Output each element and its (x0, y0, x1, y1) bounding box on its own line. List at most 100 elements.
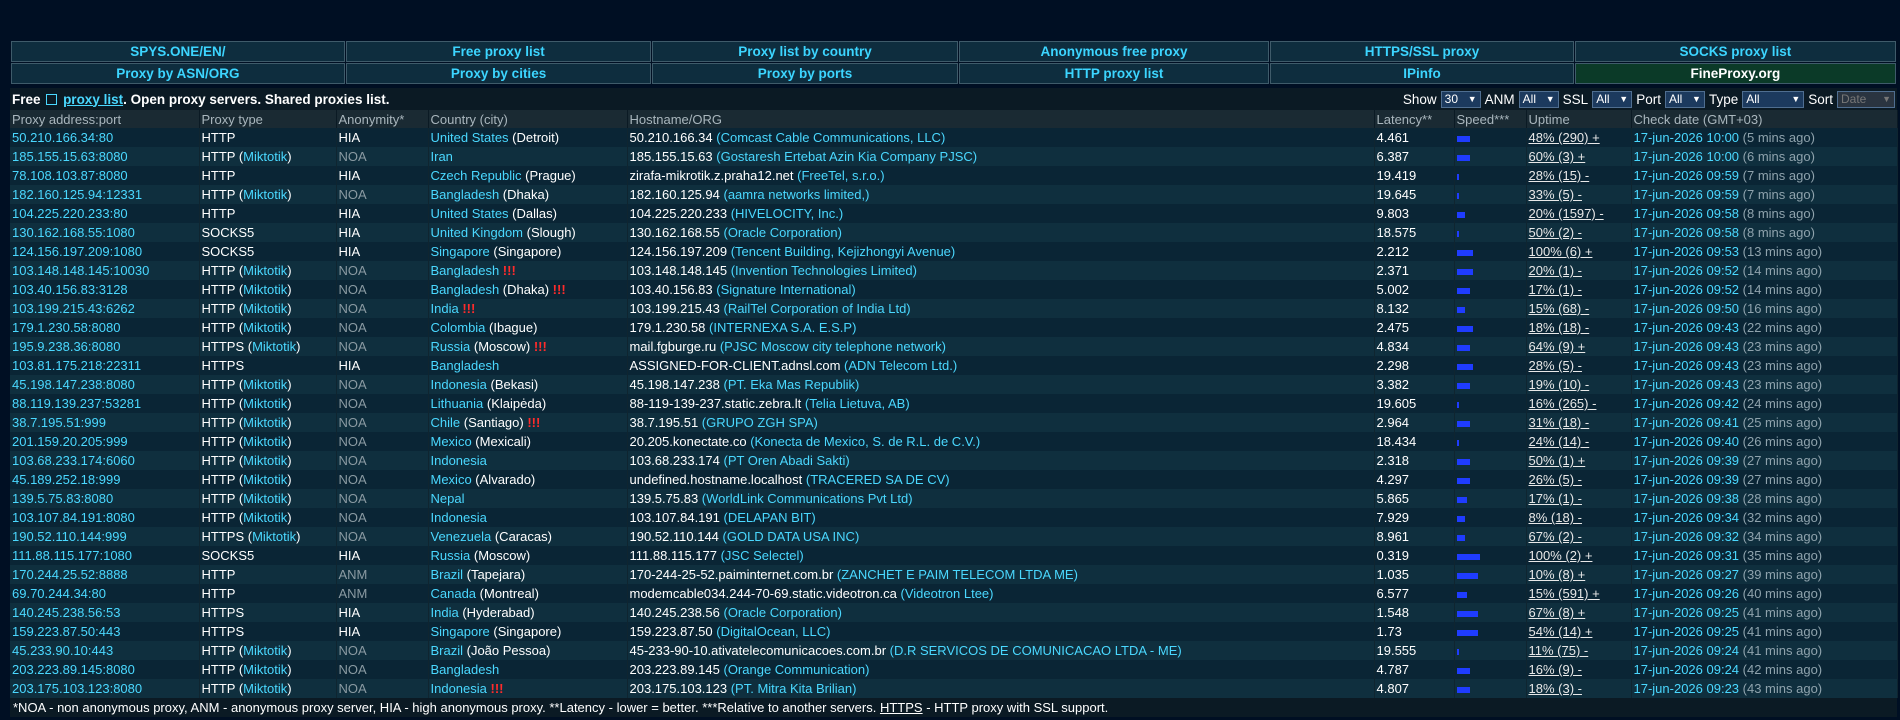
org-link[interactable]: (GOLD DATA USA INC) (723, 529, 860, 544)
org-link[interactable]: (Oracle Corporation) (723, 605, 842, 620)
uptime-link[interactable]: 28% (5) - (1529, 358, 1582, 373)
proxy-subtype[interactable]: Miktotik (243, 472, 287, 487)
country-link[interactable]: United States (431, 130, 509, 145)
proxy-address[interactable]: 45.233.90.10:443 (10, 641, 200, 660)
uptime-link[interactable]: 16% (265) - (1529, 396, 1597, 411)
proxy-address[interactable]: 103.81.175.218:22311 (10, 356, 200, 375)
org-link[interactable]: (FreeTel, s.r.o.) (797, 168, 884, 183)
proxy-subtype[interactable]: Miktotik (243, 434, 287, 449)
country-link[interactable]: United States (431, 206, 509, 221)
uptime-link[interactable]: 54% (14) + (1529, 624, 1593, 639)
proxy-address[interactable]: 190.52.110.144:999 (10, 527, 200, 546)
proxy-subtype[interactable]: Miktotik (243, 187, 287, 202)
country-link[interactable]: Venezuela (431, 529, 492, 544)
org-link[interactable]: (Konecta de Mexico, S. de R.L. de C.V.) (750, 434, 980, 449)
country-link[interactable]: Russia (431, 339, 471, 354)
org-link[interactable]: (Videotron Ltee) (901, 586, 994, 601)
uptime-link[interactable]: 50% (1) + (1529, 453, 1586, 468)
proxy-address[interactable]: 203.175.103.123:8080 (10, 679, 200, 698)
proxy-address[interactable]: 103.199.215.43:6262 (10, 299, 200, 318)
proxy-address[interactable]: 38.7.195.51:999 (10, 413, 200, 432)
org-link[interactable]: (JSC Selectel) (721, 548, 804, 563)
uptime-link[interactable]: 24% (14) - (1529, 434, 1590, 449)
country-link[interactable]: Russia (431, 548, 471, 563)
org-link[interactable]: (Gostaresh Ertebat Azin Kia Company PJSC… (716, 149, 977, 164)
proxy-subtype[interactable]: Miktotik (243, 510, 287, 525)
proxy-address[interactable]: 124.156.197.209:1080 (10, 242, 200, 261)
country-link[interactable]: Nepal (431, 491, 465, 506)
proxy-subtype[interactable]: Miktotik (252, 529, 296, 544)
country-link[interactable]: Bangladesh (431, 187, 500, 202)
proxy-address[interactable]: 104.225.220.233:80 (10, 204, 200, 223)
proxy-subtype[interactable]: Miktotik (243, 662, 287, 677)
proxy-subtype[interactable]: Miktotik (243, 681, 287, 696)
ssl-select[interactable]: All ▼ (1592, 90, 1633, 108)
country-link[interactable]: Indonesia (431, 510, 487, 525)
show-select[interactable]: 30 ▼ (1440, 90, 1481, 108)
org-link[interactable]: (aamra networks limited,) (723, 187, 869, 202)
proxy-subtype[interactable]: Miktotik (243, 282, 287, 297)
uptime-link[interactable]: 100% (2) + (1529, 548, 1593, 563)
org-link[interactable]: (PT Oren Abadi Sakti) (723, 453, 849, 468)
proxy-address[interactable]: 88.119.139.237:53281 (10, 394, 200, 413)
nav-link-proxy-by-asn-org[interactable]: Proxy by ASN/ORG (11, 63, 345, 84)
org-link[interactable]: (GRUPO ZGH SPA) (702, 415, 818, 430)
proxy-address[interactable]: 111.88.115.177:1080 (10, 546, 200, 565)
proxy-list-link[interactable]: proxy list (63, 92, 123, 107)
proxy-address[interactable]: 179.1.230.58:8080 (10, 318, 200, 337)
proxy-subtype[interactable]: Miktotik (243, 149, 287, 164)
country-link[interactable]: Bangladesh (431, 358, 500, 373)
proxy-subtype[interactable]: Miktotik (243, 301, 287, 316)
country-link[interactable]: Chile (431, 415, 461, 430)
org-link[interactable]: (Signature International) (716, 282, 855, 297)
sort-select[interactable]: Date ▼ (1837, 90, 1895, 108)
proxy-address[interactable]: 50.210.166.34:80 (10, 128, 200, 147)
org-link[interactable]: (PT. Eka Mas Republik) (723, 377, 859, 392)
nav-link-ipinfo[interactable]: IPinfo (1270, 63, 1574, 84)
org-link[interactable]: (PJSC Moscow city telephone network) (720, 339, 946, 354)
proxy-address[interactable]: 45.189.252.18:999 (10, 470, 200, 489)
port-select[interactable]: All ▼ (1664, 90, 1705, 108)
country-link[interactable]: Mexico (431, 472, 472, 487)
org-link[interactable]: (INTERNEXA S.A. E.S.P) (709, 320, 856, 335)
org-link[interactable]: (Orange Communication) (723, 662, 869, 677)
proxy-address[interactable]: 69.70.244.34:80 (10, 584, 200, 603)
uptime-link[interactable]: 33% (5) - (1529, 187, 1582, 202)
uptime-link[interactable]: 19% (10) - (1529, 377, 1590, 392)
uptime-link[interactable]: 17% (1) - (1529, 491, 1582, 506)
org-link[interactable]: (Oracle Corporation) (723, 225, 842, 240)
uptime-link[interactable]: 67% (2) - (1529, 529, 1582, 544)
uptime-link[interactable]: 100% (6) + (1529, 244, 1593, 259)
org-link[interactable]: (PT. Mitra Kita Brilian) (731, 681, 857, 696)
uptime-link[interactable]: 64% (9) + (1529, 339, 1586, 354)
country-link[interactable]: India (431, 605, 459, 620)
org-link[interactable]: (Telia Lietuva, AB) (805, 396, 910, 411)
uptime-link[interactable]: 8% (18) - (1529, 510, 1582, 525)
proxy-subtype[interactable]: Miktotik (243, 396, 287, 411)
proxy-address[interactable]: 103.68.233.174:6060 (10, 451, 200, 470)
country-link[interactable]: Iran (431, 149, 453, 164)
org-link[interactable]: (TRACERED SA DE CV) (806, 472, 950, 487)
proxy-address[interactable]: 203.223.89.145:8080 (10, 660, 200, 679)
uptime-link[interactable]: 16% (9) - (1529, 662, 1582, 677)
country-link[interactable]: Bangladesh (431, 662, 500, 677)
country-link[interactable]: Indonesia (431, 681, 487, 696)
country-link[interactable]: Mexico (431, 434, 472, 449)
proxy-address[interactable]: 182.160.125.94:12331 (10, 185, 200, 204)
org-link[interactable]: (Comcast Cable Communications, LLC) (716, 130, 945, 145)
nav-link-spys-one-en[interactable]: SPYS.ONE/EN/ (11, 41, 345, 62)
uptime-link[interactable]: 17% (1) - (1529, 282, 1582, 297)
uptime-link[interactable]: 48% (290) + (1529, 130, 1600, 145)
proxy-address[interactable]: 103.40.156.83:3128 (10, 280, 200, 299)
country-link[interactable]: Bangladesh (431, 263, 500, 278)
nav-link-socks-proxy-list[interactable]: SOCKS proxy list (1574, 41, 1896, 62)
nav-link-http-proxy-list[interactable]: HTTP proxy list (958, 63, 1270, 84)
proxy-address[interactable]: 78.108.103.87:8080 (10, 166, 200, 185)
proxy-address[interactable]: 201.159.20.205:999 (10, 432, 200, 451)
uptime-link[interactable]: 31% (18) - (1529, 415, 1590, 430)
proxy-subtype[interactable]: Miktotik (243, 320, 287, 335)
nav-link-free-proxy-list[interactable]: Free proxy list (345, 41, 652, 62)
proxy-address[interactable]: 45.198.147.238:8080 (10, 375, 200, 394)
proxy-address[interactable]: 103.107.84.191:8080 (10, 508, 200, 527)
country-link[interactable]: Singapore (431, 244, 490, 259)
